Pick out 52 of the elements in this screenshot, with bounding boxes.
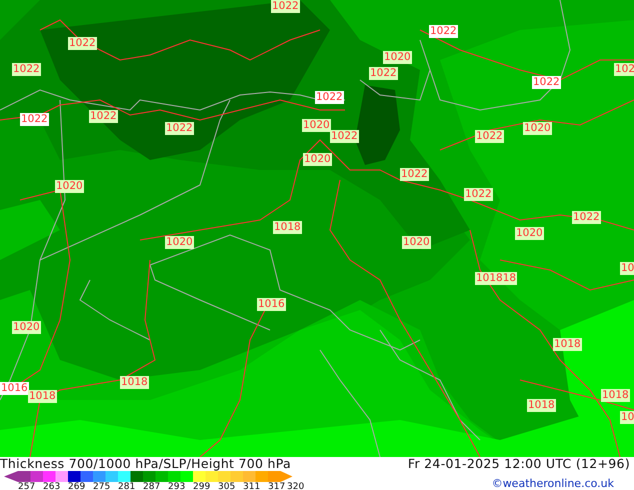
scale-tick-label: 275 — [93, 482, 112, 490]
isobar-label: 1022 — [68, 37, 97, 50]
isobar-label: 1016 — [257, 298, 286, 311]
isobar-label: 1022 — [165, 122, 194, 135]
chart-title: Thickness 700/1000 hPa/SLP/Height 700 hPa — [0, 457, 292, 471]
isobar-label: 1020 — [402, 236, 431, 249]
isobar-label: 1022 — [12, 63, 41, 76]
isobar-label: 1022 — [330, 130, 359, 143]
isobar-label: 1020 — [303, 153, 332, 166]
scale-tick-label: 305 — [218, 482, 236, 490]
isobar-label: 1016 — [0, 382, 29, 395]
scale-tick-label: 293 — [168, 482, 186, 490]
isobar-label: 1020 — [523, 122, 552, 135]
isobar-label: 1020 — [302, 119, 331, 132]
scale-tick-label: 281 — [118, 482, 136, 490]
isobar-label: 102 — [614, 63, 634, 76]
isobar-label: 10 — [620, 411, 634, 424]
isobar-label: 1020 — [12, 321, 41, 334]
isobar-label: 1022 — [369, 67, 398, 80]
scale-tick-label: 287 — [143, 482, 162, 490]
isobar-label: 10 — [620, 262, 634, 275]
isobar-label: 1022 — [271, 0, 300, 13]
isobar-label: 1022 — [89, 110, 118, 123]
isobar-label: 1018 — [553, 338, 582, 351]
scale-tick-label: 299 — [193, 482, 212, 490]
scale-tick-label: 311 — [243, 482, 262, 490]
isobar-label: 1020 — [515, 227, 544, 240]
isobar-label: 1018 — [527, 399, 556, 412]
isobar-label: 1020 — [55, 180, 84, 193]
isobar-label: 101818 — [475, 272, 518, 285]
isobar-label: 1022 — [572, 211, 601, 224]
scale-tick-label: 320 — [287, 482, 304, 490]
credit-text: ©weatheronline.co.uk — [492, 476, 614, 490]
scale-tick-label: 257 — [18, 482, 36, 490]
isobar-label: 1018 — [273, 221, 302, 234]
isobar-label: 1022 — [20, 113, 49, 126]
scale-tick-label: 263 — [43, 482, 62, 490]
scale-arrow-icon — [4, 471, 18, 482]
valid-time: Fr 24-01-2025 12:00 UTC (12+96) — [408, 457, 630, 471]
isobar-label: 1022 — [464, 188, 493, 201]
isobar-label: 1018 — [28, 390, 57, 403]
isobar-label: 1018 — [120, 376, 149, 389]
isobar-label: 1022 — [475, 130, 504, 143]
isobar-label: 1022 — [532, 76, 561, 89]
scale-arrow-icon — [280, 471, 292, 482]
isobar-label: 1020 — [383, 51, 412, 64]
isobar-label: 1022 — [429, 25, 458, 38]
scale-tick-label: 269 — [68, 482, 86, 490]
isobar-label: 1020 — [165, 236, 194, 249]
isobar-label: 1022 — [400, 168, 429, 181]
isobar-label: 1018 — [601, 389, 630, 402]
isobar-label: 1022 — [315, 91, 344, 104]
